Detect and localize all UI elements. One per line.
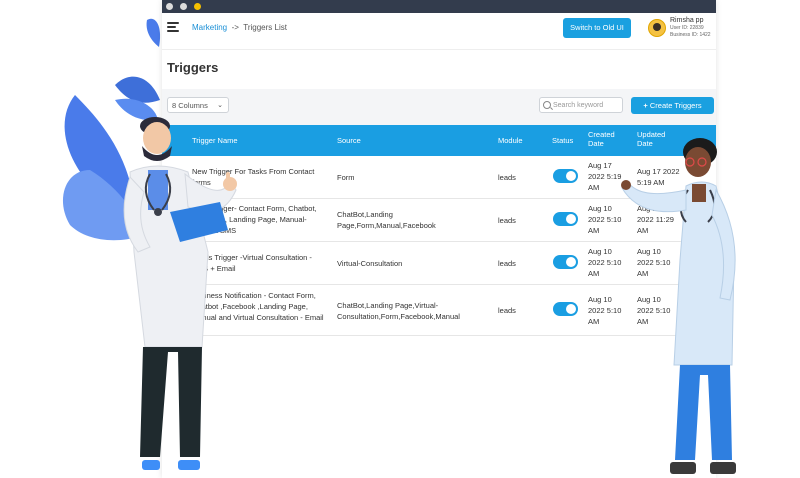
user-id: User ID: 22839 — [670, 24, 704, 31]
doctor-illustration-right — [621, 138, 736, 474]
trigger-module: leads — [498, 173, 516, 182]
col-module[interactable]: Module — [498, 136, 523, 145]
search-input[interactable]: Search keyword — [539, 97, 623, 113]
trigger-module: leads — [498, 216, 516, 225]
switch-old-ui-button[interactable]: Switch to Old UI — [563, 18, 631, 38]
search-placeholder: Search keyword — [553, 102, 604, 109]
col-source[interactable]: Source — [337, 136, 361, 145]
trigger-source: Virtual-Consultation — [337, 259, 403, 268]
columns-select[interactable]: 8 Columns ⌄ — [167, 97, 229, 113]
status-toggle[interactable] — [553, 169, 578, 183]
breadcrumb-separator: -> — [231, 23, 239, 32]
doctor-illustration-left — [123, 117, 237, 470]
window-titlebar — [162, 0, 716, 13]
trigger-source: Form — [337, 173, 355, 182]
user-info[interactable]: Rimsha pp User ID: 22839 Business ID: 14… — [670, 17, 711, 40]
plus-icon: + — [643, 101, 648, 110]
menu-icon[interactable] — [167, 22, 179, 32]
trigger-module: leads — [498, 306, 516, 315]
window-dot-max[interactable] — [194, 3, 201, 10]
columns-label: 8 Columns — [172, 101, 208, 110]
trigger-source: ChatBot,Landing Page,Form,Manual,Faceboo… — [337, 210, 436, 230]
status-toggle[interactable] — [553, 212, 578, 226]
status-toggle[interactable] — [553, 302, 578, 316]
business-id: Business ID: 1422 — [670, 32, 711, 38]
col-status[interactable]: Status — [552, 136, 573, 145]
create-trigger-label: Create Triggers — [649, 101, 702, 110]
window-dot-min[interactable] — [180, 3, 187, 10]
create-trigger-button[interactable]: + Create Triggers — [631, 97, 714, 114]
app-header: Marketing -> Triggers List Switch to Old… — [162, 13, 716, 50]
search-icon — [543, 101, 551, 109]
trigger-source: ChatBot,Landing Page,Virtual-Consultatio… — [337, 301, 460, 321]
breadcrumb-current: Triggers List — [243, 23, 287, 32]
breadcrumb: Marketing -> Triggers List — [192, 23, 287, 32]
status-toggle[interactable] — [553, 255, 578, 269]
avatar[interactable] — [648, 19, 666, 37]
col-created[interactable]: Created Date — [588, 130, 624, 148]
trigger-module: leads — [498, 259, 516, 268]
window-dot-close[interactable] — [166, 3, 173, 10]
breadcrumb-marketing[interactable]: Marketing — [192, 23, 227, 32]
user-name: Rimsha pp — [670, 17, 704, 24]
table-toolbar: 8 Columns ⌄ Search keyword + Create Trig… — [162, 89, 716, 125]
page-title: Triggers — [167, 60, 219, 75]
